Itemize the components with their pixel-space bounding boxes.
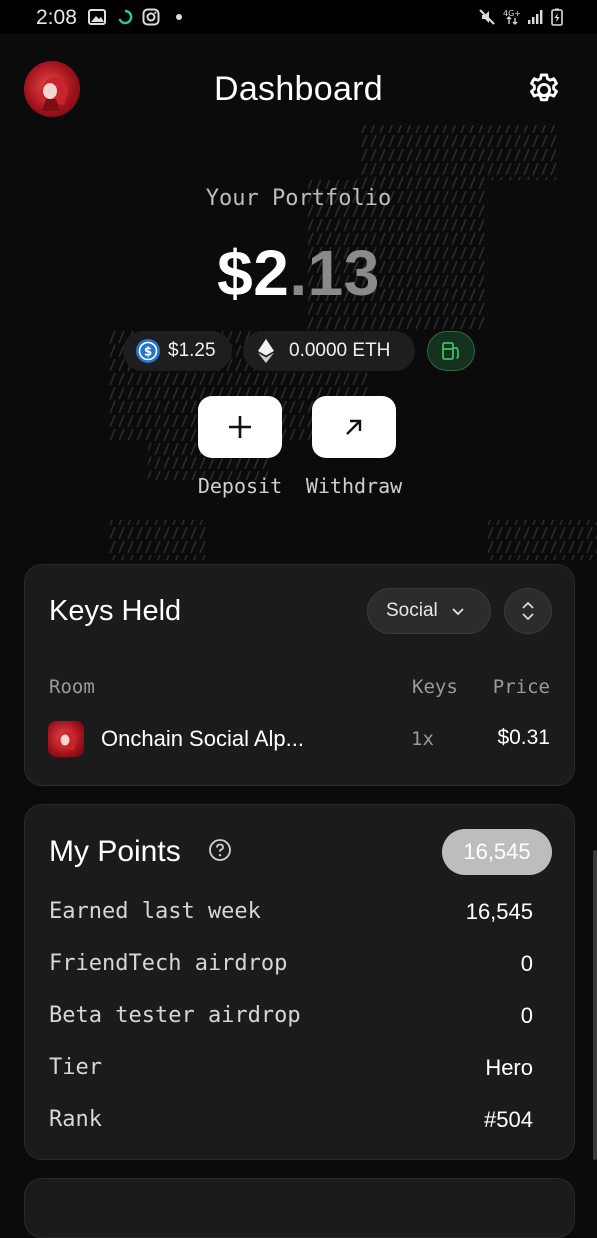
points-row-label: Rank	[49, 1107, 102, 1132]
4g-icon: 4G+	[503, 9, 521, 25]
scrollbar[interactable]	[593, 850, 597, 1160]
dropdown-value: Social	[386, 600, 438, 621]
status-time: 2:08	[36, 6, 77, 29]
sort-icon	[522, 601, 534, 621]
gear-icon[interactable]	[525, 71, 563, 109]
points-row-value: #504	[484, 1107, 533, 1132]
dot-icon	[176, 14, 182, 20]
column-price: Price	[492, 676, 550, 698]
room-name: Onchain Social Alp...	[101, 726, 305, 751]
points-row-label: Tier	[49, 1055, 102, 1080]
eth-balance-chip[interactable]: 0.0000 ETH	[243, 331, 415, 371]
instagram-icon	[142, 8, 160, 26]
usdc-balance: $1.25	[168, 340, 216, 361]
gas-pump-icon	[442, 342, 459, 360]
amount-decimal: .13	[289, 237, 380, 309]
points-row-value: Hero	[485, 1055, 533, 1080]
signal-icon	[528, 10, 543, 24]
my-points-card: My Points 16,545 Earned last week 16,545…	[24, 804, 575, 1160]
room-keys: 1x	[411, 728, 434, 750]
room-price: $0.31	[497, 726, 550, 749]
keys-held-card: Keys Held Social Room Keys Price Onchain…	[24, 564, 575, 786]
usdc-icon: $	[136, 339, 160, 363]
ethereum-icon	[258, 339, 274, 363]
amount-whole: $2	[217, 237, 290, 309]
mute-icon	[479, 9, 495, 25]
plus-icon	[229, 416, 251, 438]
column-keys: Keys	[412, 676, 458, 698]
gas-button[interactable]	[427, 331, 475, 371]
chevron-down-icon	[452, 608, 464, 616]
usdc-balance-chip[interactable]: $ $1.25	[123, 331, 232, 371]
room-avatar	[48, 721, 84, 757]
svg-text:$: $	[144, 345, 152, 359]
help-icon[interactable]	[208, 838, 232, 862]
network-type: 4G+	[503, 9, 521, 18]
keys-held-title: Keys Held	[49, 595, 182, 627]
image-icon	[88, 9, 106, 25]
withdraw-label: Withdraw	[305, 474, 403, 498]
points-row-label: Beta tester airdrop	[49, 1003, 301, 1028]
sort-button[interactable]	[504, 588, 552, 634]
points-total-badge: 16,545	[442, 829, 552, 875]
battery-charging-icon	[551, 8, 563, 26]
arrow-up-right-icon	[346, 419, 362, 435]
sync-icon	[118, 9, 133, 25]
eth-balance: 0.0000 ETH	[289, 340, 391, 361]
page-title: Dashboard	[213, 70, 384, 108]
portfolio-amount: $2.13	[0, 236, 597, 310]
deposit-button[interactable]	[198, 396, 282, 458]
next-card	[24, 1178, 575, 1238]
my-points-title: My Points	[49, 835, 181, 868]
points-row-label: Earned last week	[49, 899, 261, 924]
status-bar: 2:08 4G+	[0, 0, 597, 34]
points-row-value: 0	[520, 951, 533, 976]
points-row-value: 0	[520, 1003, 533, 1028]
points-row-label: FriendTech airdrop	[49, 951, 288, 976]
column-room: Room	[49, 676, 95, 698]
withdraw-button[interactable]	[312, 396, 396, 458]
points-row-value: 16,545	[465, 899, 533, 924]
room-type-dropdown[interactable]: Social	[367, 588, 491, 634]
deposit-label: Deposit	[197, 474, 283, 498]
portfolio-label: Your Portfolio	[205, 186, 392, 211]
